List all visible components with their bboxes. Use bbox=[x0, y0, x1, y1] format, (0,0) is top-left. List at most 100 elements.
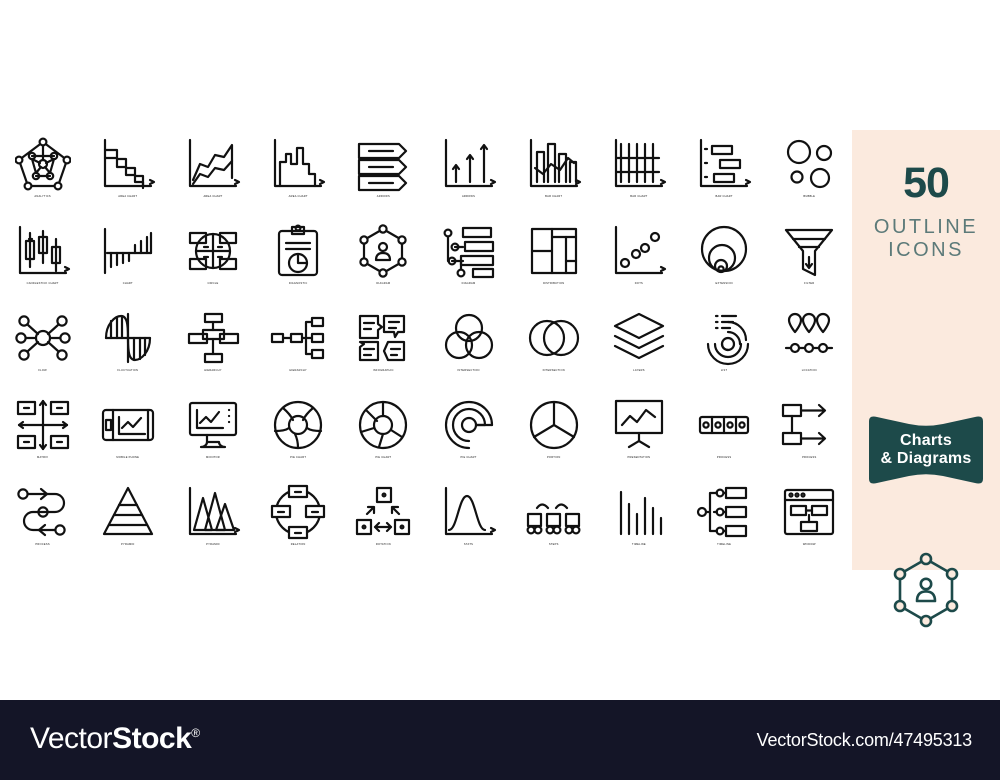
arrows-up-icon bbox=[441, 136, 497, 192]
icon-cell[interactable]: CANDLESTICK CHART bbox=[0, 217, 85, 304]
area-chart-descending-icon bbox=[100, 136, 156, 192]
icon-label: PYRAMID bbox=[120, 543, 135, 546]
analytics-icon bbox=[14, 136, 71, 192]
icon-cell[interactable]: PIE CHART bbox=[256, 391, 341, 478]
icon-cell[interactable]: DIAGRAM bbox=[426, 217, 511, 304]
icon-label: DIAGRAM bbox=[461, 282, 476, 285]
matrix-icon bbox=[15, 397, 71, 453]
icon-label: BAR CHART bbox=[715, 195, 733, 198]
icon-cell[interactable]: ARROWS bbox=[341, 130, 426, 217]
icon-label: FLOW bbox=[38, 369, 47, 372]
icon-cell[interactable]: ROTATION bbox=[341, 478, 426, 565]
bubble-icon bbox=[781, 136, 837, 192]
icon-label: PIE CHART bbox=[460, 456, 477, 459]
icon-cell[interactable]: BAR CHART bbox=[596, 130, 681, 217]
icon-cell[interactable]: MATRIX bbox=[0, 391, 85, 478]
icon-cell[interactable]: DISTRIBUTION bbox=[511, 217, 596, 304]
icon-label: ANALYTICS bbox=[34, 195, 51, 198]
icon-cell[interactable]: PIE CHART bbox=[341, 391, 426, 478]
icon-label: AREA CHART bbox=[203, 195, 223, 198]
icon-cell[interactable]: STEPS bbox=[511, 478, 596, 565]
icon-label: LIST bbox=[720, 369, 728, 372]
icon-cell[interactable]: CIRCLE bbox=[170, 217, 255, 304]
icon-cell[interactable]: PRESENTATION bbox=[596, 391, 681, 478]
icon-cell[interactable]: HIERARCHY bbox=[170, 304, 255, 391]
icon-cell[interactable]: BUBBLE bbox=[767, 130, 852, 217]
icon-cell[interactable]: DIAGRAM bbox=[341, 217, 426, 304]
arrows-horizontal-bars-icon bbox=[355, 136, 411, 192]
location-pins-icon bbox=[781, 310, 837, 366]
circle-quadrant-icon bbox=[185, 223, 241, 279]
icon-cell[interactable]: INTERSECTION bbox=[426, 304, 511, 391]
icon-cell[interactable]: MONITOR bbox=[170, 391, 255, 478]
icon-cell[interactable]: AREA CHART bbox=[256, 130, 341, 217]
icon-label: ARROWS bbox=[461, 195, 476, 198]
icon-cell[interactable]: BAR CHART bbox=[682, 130, 767, 217]
icon-cell[interactable]: AREA CHART bbox=[170, 130, 255, 217]
diagram-hexagon-person-icon bbox=[355, 223, 411, 279]
icon-cell[interactable]: EXTENSION bbox=[682, 217, 767, 304]
icon-label: DISTRIBUTION bbox=[543, 282, 565, 285]
icon-cell[interactable]: ANALYTICS bbox=[0, 130, 85, 217]
icon-label: RELATION bbox=[290, 543, 306, 546]
icon-cell[interactable]: PORTION bbox=[511, 391, 596, 478]
icon-label: BUBBLE bbox=[803, 195, 816, 198]
chart-deviation-icon bbox=[100, 223, 156, 279]
icon-cell[interactable]: FILTER bbox=[767, 217, 852, 304]
icon-label: PRESENTATION bbox=[627, 456, 651, 459]
intersection-three-circles-icon bbox=[441, 310, 497, 366]
icon-cell[interactable]: BAR CHART bbox=[511, 130, 596, 217]
icon-cell[interactable]: PROCESS bbox=[0, 478, 85, 565]
hierarchy-branch-icon bbox=[270, 310, 326, 366]
icon-cell[interactable]: STATS bbox=[426, 478, 511, 565]
icon-cell[interactable]: MOBILE PHONE bbox=[85, 391, 170, 478]
ribbon-text: Charts & Diagrams bbox=[861, 415, 991, 485]
icon-cell[interactable]: FLUCTUATION bbox=[85, 304, 170, 391]
icon-label: BAR CHART bbox=[545, 195, 563, 198]
icon-label: PORTION bbox=[546, 456, 561, 459]
icon-label: CANDLESTICK CHART bbox=[26, 282, 59, 285]
icon-cell[interactable]: ARROWS bbox=[426, 130, 511, 217]
pie-chart-donut-segments-icon bbox=[270, 397, 326, 453]
icon-cell[interactable]: LIST bbox=[682, 304, 767, 391]
icon-label: ROTATION bbox=[375, 543, 391, 546]
icon-cell[interactable]: PYRAMID bbox=[85, 478, 170, 565]
icon-cell[interactable]: DOTS bbox=[596, 217, 681, 304]
icon-cell[interactable]: LOCATION bbox=[767, 304, 852, 391]
promo-subtitle-line2: ICONS bbox=[888, 239, 964, 261]
icon-label: MATRIX bbox=[37, 456, 49, 459]
icon-cell[interactable]: INFOGRAPHIC bbox=[341, 304, 426, 391]
timeline-branch-icon bbox=[696, 484, 752, 540]
extension-circles-icon bbox=[696, 223, 752, 279]
rotation-arrows-icon bbox=[355, 484, 411, 540]
icon-cell[interactable]: INTERSECTION bbox=[511, 304, 596, 391]
registered-mark: ® bbox=[191, 726, 200, 740]
ribbon-line-2: & Diagrams bbox=[880, 450, 972, 467]
icon-cell[interactable]: PYRAMID bbox=[170, 478, 255, 565]
icon-cell[interactable]: DIAGNOSTIC bbox=[256, 217, 341, 304]
icon-cell[interactable]: CHART bbox=[85, 217, 170, 304]
icon-label: LOCATION bbox=[801, 369, 817, 372]
icon-label: BAR CHART bbox=[630, 195, 648, 198]
icon-cell[interactable]: TIMELINE bbox=[682, 478, 767, 565]
process-arrows-icon bbox=[781, 397, 837, 453]
icon-label: TIMELINE bbox=[631, 543, 646, 546]
icon-cell[interactable]: TIMELINE bbox=[596, 478, 681, 565]
icon-label: PIE CHART bbox=[290, 456, 307, 459]
icon-cell[interactable]: RELATION bbox=[256, 478, 341, 565]
icon-cell[interactable]: LAYERS bbox=[596, 304, 681, 391]
icon-cell[interactable]: HIERARCHY bbox=[256, 304, 341, 391]
icon-cell[interactable]: WINDOW bbox=[767, 478, 852, 565]
icon-label: DOTS bbox=[634, 282, 644, 285]
icon-cell[interactable]: AREA CHART bbox=[85, 130, 170, 217]
icon-cell[interactable]: PROCESS bbox=[767, 391, 852, 478]
icon-cell[interactable]: PIE CHART bbox=[426, 391, 511, 478]
icon-label: STEPS bbox=[548, 543, 559, 546]
icon-cell[interactable]: FLOW bbox=[0, 304, 85, 391]
vectorstock-logo: VectorStock® bbox=[30, 722, 200, 756]
icon-label: PIE CHART bbox=[375, 456, 392, 459]
promo-subtitle-line1: OUTLINE bbox=[873, 216, 979, 238]
icon-label: INFOGRAPHIC bbox=[372, 369, 394, 372]
pyramid-peaks-chart-icon bbox=[185, 484, 241, 540]
icon-cell[interactable]: PROCESS bbox=[682, 391, 767, 478]
